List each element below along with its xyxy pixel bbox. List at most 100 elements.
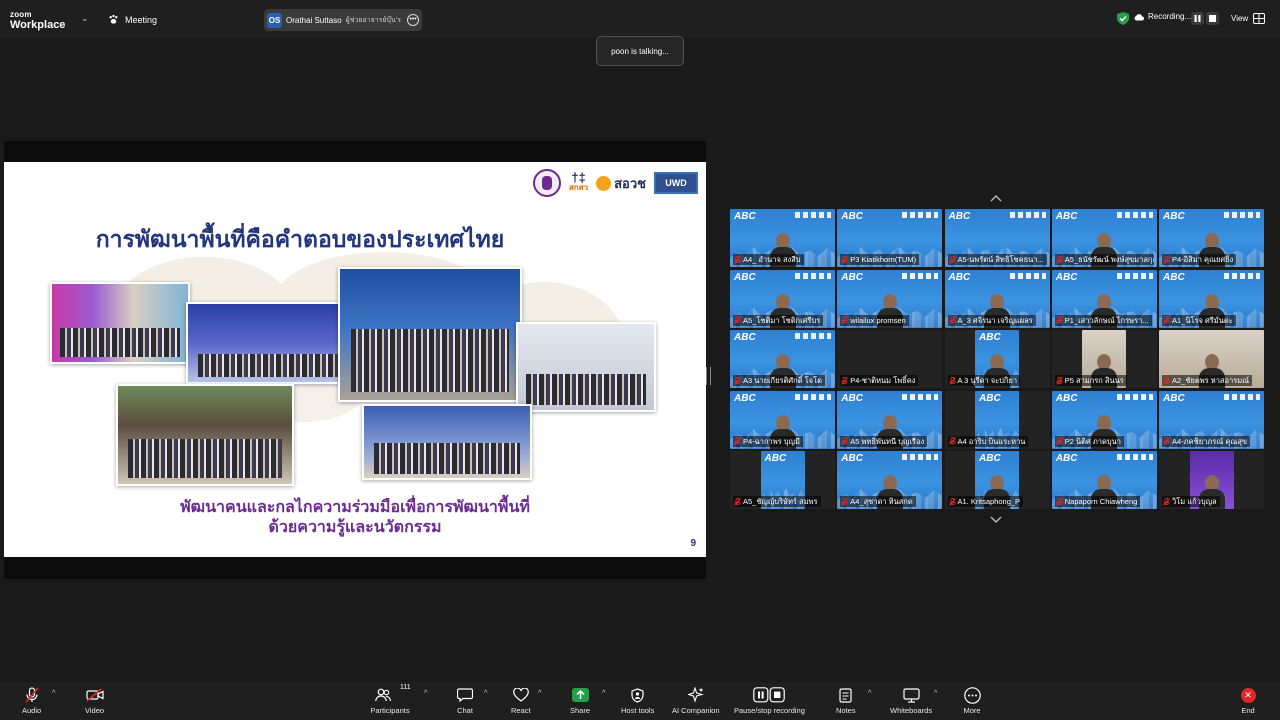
more-button[interactable]: More: [963, 686, 981, 718]
participant-tile[interactable]: ABC P2 นิติศ ภาดบุนา: [1051, 390, 1157, 449]
end-meeting-button[interactable]: ✕ End: [1239, 686, 1257, 718]
virtual-background-logo: ABC: [841, 271, 863, 283]
participant-tile[interactable]: ABC A 3 นุรีดา จะปกิยา: [944, 330, 1050, 388]
virtual-background-logo: ABC: [1055, 271, 1078, 283]
participant-name: P2 นิติศ ภาดบุนา: [1054, 435, 1124, 447]
pause-recording-button[interactable]: [1191, 12, 1204, 25]
participants-button[interactable]: 111 Participants: [370, 684, 410, 718]
background-dots: [902, 212, 939, 218]
chevron-down-icon[interactable]: ⌄: [81, 13, 89, 24]
participant-name-text: P5 สามกรก สินนร: [1064, 376, 1124, 385]
participant-name: A2_ชัยตพร หาสอารมณ์: [1162, 375, 1253, 386]
participant-tile[interactable]: ABC A5_โชติมา โชติกเศรีบร: [730, 269, 835, 328]
participants-label: Participants: [370, 706, 410, 715]
participant-tile[interactable]: ABC A4 อาริบ บินแระหาน: [944, 390, 1050, 449]
participant-tile[interactable]: ABC wilailux promsen: [837, 269, 943, 328]
react-caret-icon[interactable]: ^: [538, 690, 541, 697]
sorov-logo-text: สอวช: [614, 175, 646, 191]
participant-name-text: A1_นิโรจ ศรีมั่นดะ: [1172, 315, 1233, 325]
notes-caret-icon[interactable]: ^: [868, 690, 871, 697]
participant-tile[interactable]: วิโม แก้วบุญล: [1159, 451, 1264, 509]
stop-recording-button[interactable]: [1206, 12, 1219, 25]
participant-tile[interactable]: ABC P1_เสาวลักษณ์ ไกรษรา...: [1051, 269, 1157, 328]
participant-name: P1_เสาวลักษณ์ ไกรษรา...: [1054, 314, 1152, 326]
participant-tile[interactable]: ABC A4_ อำนาจ สงสีบ: [730, 209, 835, 267]
cloud-icon: [1134, 13, 1144, 20]
participant-tile[interactable]: ABC A4_สุชาดา หินสกด: [837, 451, 943, 509]
slide-subtitle-line2: ด้วยความรู้และนวัตกรรม: [268, 519, 442, 536]
grid-view-icon[interactable]: [1253, 13, 1265, 24]
chat-button[interactable]: Chat: [456, 686, 474, 718]
virtual-background-logo: ABC: [1163, 211, 1185, 222]
participants-caret-icon[interactable]: ^: [424, 690, 427, 697]
participant-name: P4-อิสิมา คุณยศยิ่ง: [1162, 254, 1237, 265]
participant-tile[interactable]: ABC P4-ฉากาพร บุญมี: [730, 390, 835, 449]
mic-muted-icon: [734, 376, 741, 385]
virtual-background-logo: ABC: [734, 392, 756, 404]
participant-name-text: A5-นพรัตน์ สิทธิโชคธนา...: [957, 255, 1044, 264]
audio-button[interactable]: Audio: [22, 686, 41, 718]
notes-button[interactable]: Notes: [836, 686, 856, 718]
participant-tile[interactable]: P5 สามกรก สินนร: [1051, 330, 1157, 388]
active-speaker-pill[interactable]: OS Orathai Suttaso ผู้ช่วยอาจารย์บุ๊น'ร …: [264, 9, 422, 31]
participant-tile[interactable]: P4-ชาติหนม โพธิ์คง: [837, 330, 943, 388]
virtual-background-logo: ABC: [1163, 392, 1185, 404]
participant-tile[interactable]: ABC A3 นายเกียรติศักดิ์ โจโด: [730, 330, 835, 388]
virtual-background-logo: ABC: [979, 392, 1001, 404]
security-shield-icon[interactable]: [1117, 12, 1129, 25]
whiteboards-caret-icon[interactable]: ^: [934, 690, 937, 697]
share-caret-icon[interactable]: ^: [602, 690, 605, 697]
mic-muted-icon: [1163, 497, 1170, 506]
pause-recording-label: Pause/stop recording: [734, 706, 805, 715]
mic-muted-icon: [1055, 376, 1063, 385]
participant-name-text: P4-ฉากาพร บุญมี: [743, 436, 800, 446]
share-button[interactable]: Share: [570, 686, 590, 718]
participant-name-text: A5 พทธิพันทนี บุญเรือง: [850, 436, 925, 446]
more-icon[interactable]: •••: [407, 14, 419, 26]
zoom-workplace-logo[interactable]: zoom Workplace: [10, 10, 65, 31]
participant-tile[interactable]: A2_ชัยตพร หาสอารมณ์: [1159, 330, 1264, 388]
participant-tile[interactable]: ABC A5_ธนัชรัฒน์ พงษ์สุขมาลกุล: [1051, 209, 1157, 267]
mic-muted-icon: [841, 316, 849, 324]
gallery-down-arrow-icon[interactable]: [990, 516, 1002, 524]
video-button[interactable]: Video: [85, 686, 104, 718]
uwd-logo: UWD: [654, 172, 698, 194]
paw-icon: [109, 14, 118, 24]
virtual-background-logo: ABC: [1055, 392, 1078, 404]
view-button[interactable]: View: [1231, 14, 1248, 23]
host-tools-button[interactable]: Host tools: [621, 686, 654, 718]
participant-tile[interactable]: ABC A4-ภคชิยาภรณ์ คุณสุข: [1159, 390, 1264, 449]
participant-tile[interactable]: ABC A5 พทธิพันทนี บุญเรือง: [837, 390, 943, 449]
recording-indicator[interactable]: Recording...: [1134, 12, 1191, 21]
meeting-menu[interactable]: Meeting: [108, 14, 157, 25]
participant-name: Napaporn Chiawheng: [1054, 496, 1141, 507]
video-off-icon: [85, 688, 104, 702]
participant-tile[interactable]: ABC P4-อิสิมา คุณยศยิ่ง: [1159, 209, 1264, 267]
resize-handle[interactable]: [706, 367, 711, 385]
participant-tile[interactable]: ABC Napaporn Chiawheng: [1051, 451, 1157, 509]
participant-name-text: A_3 ศจิรนา เจริญแผลร: [957, 315, 1033, 325]
participant-name-text: P2 นิติศ ภาดบุนา: [1064, 436, 1121, 446]
whiteboards-button[interactable]: Whiteboards: [890, 686, 932, 718]
participant-tile[interactable]: ABC A1. Kritsaphong_P: [944, 451, 1050, 509]
react-button[interactable]: React: [511, 686, 531, 718]
participant-tile[interactable]: ABC A5_ชัญญ์บริษัทร์ สมพร: [730, 451, 835, 509]
mic-muted-icon: [734, 316, 741, 324]
participant-tile[interactable]: ABC A_3 ศจิรนา เจริญแผลร: [944, 269, 1050, 328]
participant-tile[interactable]: ABC A1_นิโรจ ศรีมั่นดะ: [1159, 269, 1264, 328]
mic-muted-icon: [1163, 316, 1170, 324]
gallery-up-arrow-icon[interactable]: [990, 194, 1002, 202]
host-name: Orathai Suttaso: [286, 15, 342, 25]
audio-caret-icon[interactable]: ^: [52, 690, 55, 697]
participant-tile[interactable]: ABC P3 Kiatikhorn(TUM): [837, 209, 943, 267]
shared-slide[interactable]: †‡ สกสว สอวช UWD การพัฒนาพื้นที่คือคำตอบ…: [4, 162, 706, 557]
sksv-logo-text: สกสว: [569, 183, 589, 192]
background-dots: [1009, 272, 1046, 279]
chat-caret-icon[interactable]: ^: [484, 690, 487, 697]
ai-companion-button[interactable]: AI Companion: [672, 686, 720, 718]
pause-stop-recording-button[interactable]: Pause/stop recording: [734, 686, 805, 718]
collage-photo: [362, 404, 532, 480]
background-dots: [902, 393, 939, 400]
participant-tile[interactable]: ABC A5-นพรัตน์ สิทธิโชคธนา...: [944, 209, 1050, 267]
mic-muted-icon: [841, 376, 849, 385]
